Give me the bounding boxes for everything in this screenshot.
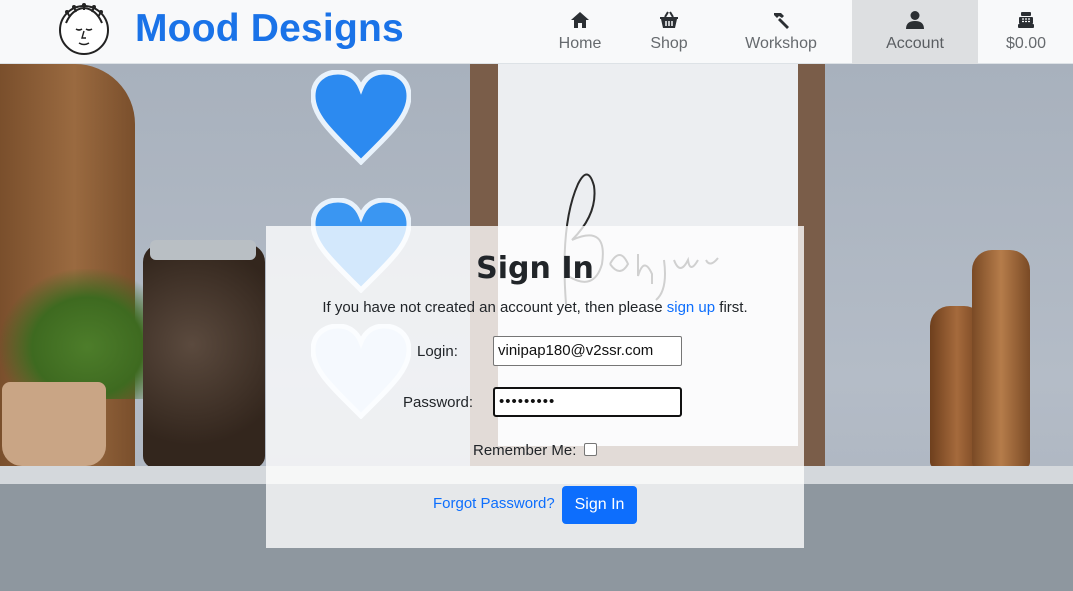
basket-icon [658,10,680,30]
nav-workshop-label: Workshop [745,35,817,52]
nav-shop[interactable]: Shop [643,0,695,64]
cash-register-icon [1015,10,1037,30]
nav-workshop[interactable]: Workshop [740,0,822,64]
password-label: Password: [403,394,474,411]
brand-name[interactable]: Mood Designs [135,5,404,53]
forgot-password-link[interactable]: Forgot Password? [433,495,555,512]
nav-cart-total[interactable]: $0.00 [1000,0,1052,64]
signin-title: Sign In [476,251,594,286]
plant-pot [2,382,106,466]
remember-me-checkbox[interactable] [584,443,597,456]
nav-home-label: Home [558,35,602,52]
face-logo-icon[interactable] [58,3,110,55]
intro-text-end: first. [719,299,748,316]
nav-shop-label: Shop [650,35,688,52]
signup-link[interactable]: sign up [667,299,715,316]
coffee-jar [143,244,265,468]
nav-account[interactable]: Account [852,0,978,64]
signin-intro: If you have not created an account yet, … [266,299,804,316]
heart-decoration-icon [311,70,411,165]
nav-home[interactable]: Home [552,0,608,64]
signin-form: Sign In If you have not created an accou… [266,226,804,548]
user-icon [904,10,926,30]
remember-me-label: Remember Me: [473,442,577,459]
cart-total: $0.00 [1005,35,1047,52]
nav-account-label: Account [886,35,944,52]
navbar: Mood Designs Home Shop Workshop Account … [0,0,1073,64]
pepper-mill [972,250,1030,468]
login-label: Login: [417,343,458,360]
login-input[interactable]: vinipap180@v2ssr.com [493,336,682,366]
hammer-icon [770,10,792,30]
signin-button[interactable]: Sign In [562,486,637,524]
home-icon [569,10,591,30]
intro-text: If you have not created an account yet, … [322,299,663,316]
jar-lid [150,240,256,260]
password-input[interactable]: ••••••••• [493,387,682,417]
